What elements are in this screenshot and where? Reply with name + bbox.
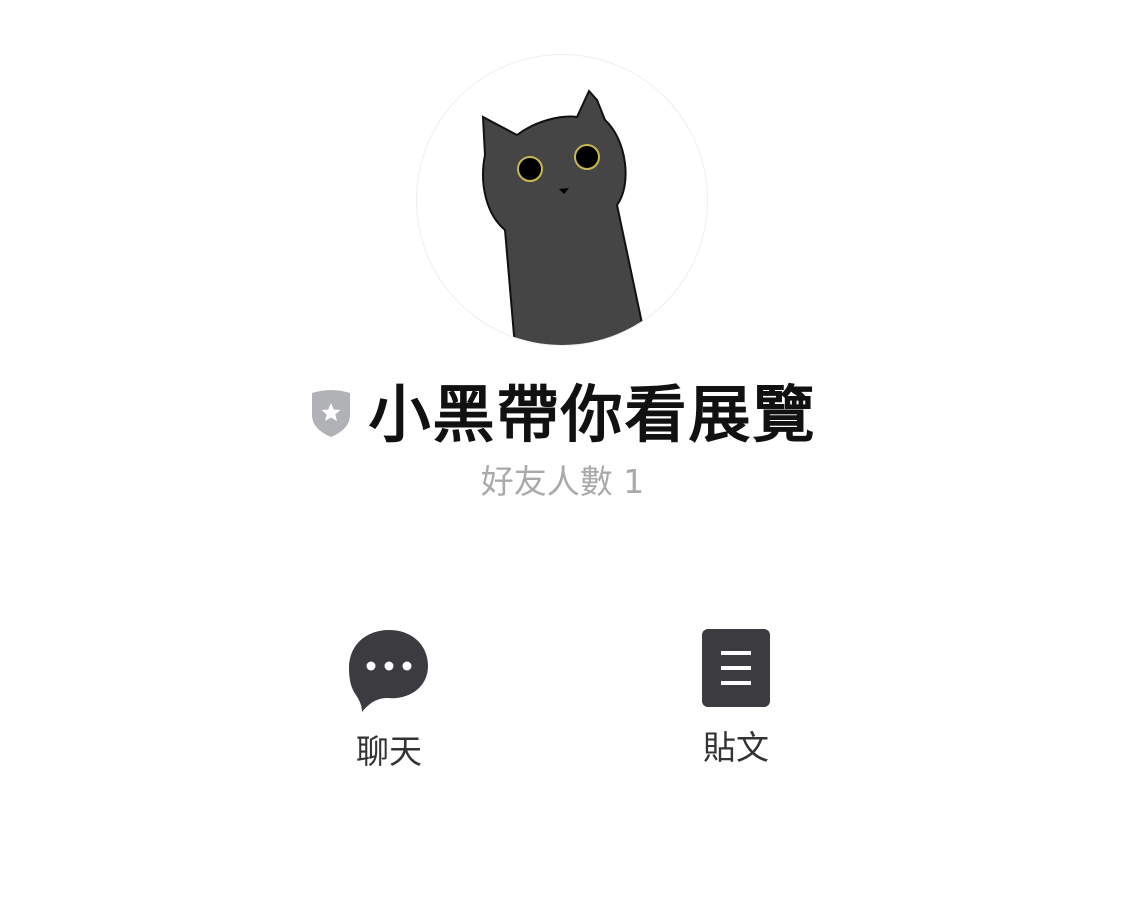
chat-label: 聊天 xyxy=(356,732,422,771)
friends-count: 好友人數 1 xyxy=(480,462,645,501)
profile-header: 小黑帶你看展覽 xyxy=(0,375,1125,455)
profile-name: 小黑帶你看展覽 xyxy=(368,378,817,451)
verified-shield-icon xyxy=(308,387,354,443)
chat-bubble-icon xyxy=(309,628,469,712)
black-cat-image xyxy=(481,89,648,345)
posts-button[interactable]: 貼文 xyxy=(656,628,816,770)
posts-label: 貼文 xyxy=(703,728,769,767)
posts-list-icon xyxy=(656,628,816,708)
chat-button[interactable]: 聊天 xyxy=(309,628,469,774)
profile-avatar[interactable] xyxy=(416,54,708,346)
